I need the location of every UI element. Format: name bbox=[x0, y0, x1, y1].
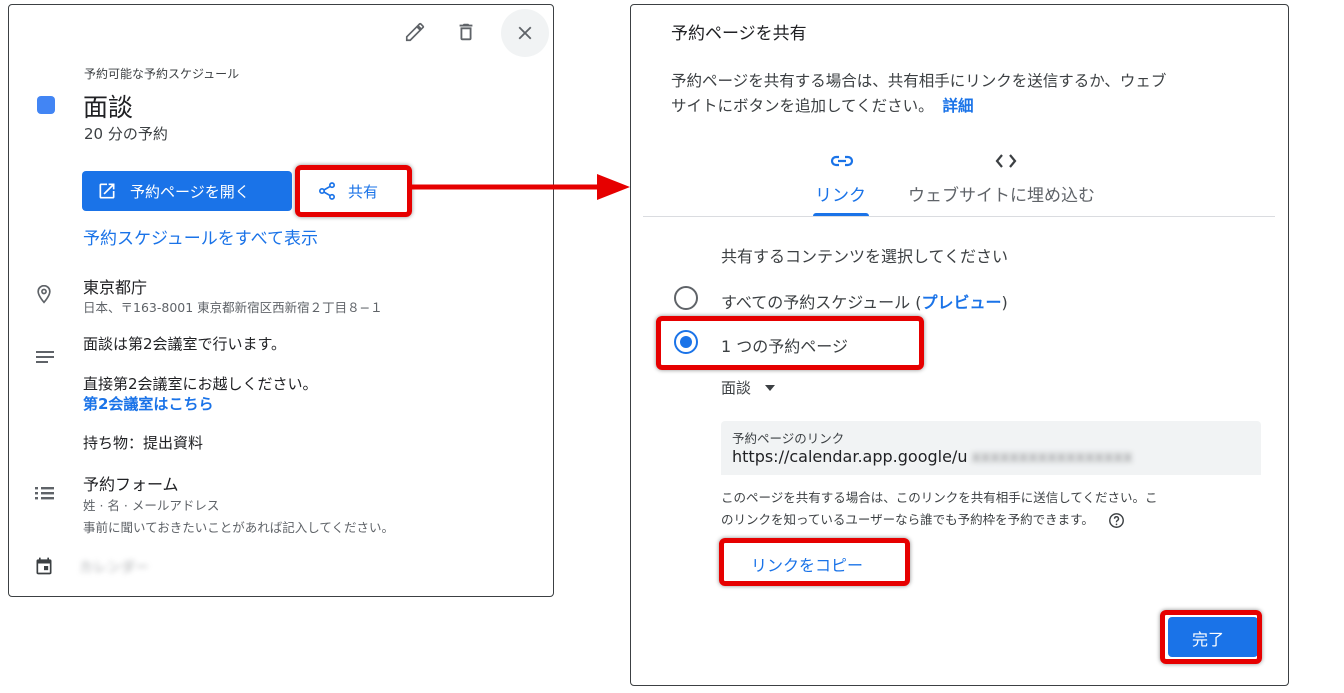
location-address: 日本、〒163-8001 東京都新宿区西新宿２丁目８−１ bbox=[83, 300, 383, 315]
tab-embed[interactable]: ウェブサイトに埋め込む bbox=[906, 147, 1111, 217]
dropdown-arrow-icon bbox=[765, 385, 775, 391]
booking-link-field-label: 予約ページのリンク bbox=[732, 431, 845, 446]
share-dialog-title: 予約ページを共有 bbox=[671, 24, 807, 44]
option-all-schedules-label: すべての予約スケジュール (プレビュー) bbox=[721, 289, 1008, 313]
booking-link-value: https://calendar.app.google/u xxxxxxxxxxx… bbox=[732, 447, 1132, 466]
description-icon bbox=[34, 348, 56, 368]
link-icon bbox=[830, 151, 854, 171]
help-icon[interactable] bbox=[1108, 512, 1125, 529]
tab-embed-label: ウェブサイトに埋め込む bbox=[908, 186, 1095, 206]
share-dialog-description-text: サイトにボタンを追加してください。 bbox=[671, 97, 934, 115]
booking-form-note: 事前に聞いておきたいことがあれば記入してください。 bbox=[83, 520, 395, 535]
single-page-option-highlight bbox=[656, 316, 924, 370]
edit-icon[interactable] bbox=[404, 21, 426, 43]
share-help-line-1: このページを共有する場合は、このリンクを共有相手に送信してください。こ bbox=[721, 490, 1158, 505]
description-line-3: 持ち物：提出資料 bbox=[83, 434, 204, 452]
open-booking-page-button[interactable]: 予約ページを開く bbox=[82, 171, 292, 211]
share-help-text: のリンクを知っているユーザーなら誰でも予約枠を予約できます。 bbox=[721, 512, 1094, 527]
show-all-schedules-link[interactable]: 予約スケジュールをすべて表示 bbox=[83, 224, 318, 249]
tab-link[interactable]: リンク bbox=[811, 147, 873, 217]
open-in-new-icon bbox=[97, 181, 117, 201]
meeting-room-link[interactable]: 第2会議室はこちら bbox=[83, 393, 213, 414]
copy-link-highlight bbox=[719, 538, 910, 586]
booking-link-visible: https://calendar.app.google/u bbox=[732, 447, 968, 466]
share-dialog-description-1: 予約ページを共有する場合は、共有相手にリンクを送信するか、ウェブ bbox=[671, 72, 1167, 90]
booking-link-field[interactable]: 予約ページのリンク https://calendar.app.google/u x… bbox=[721, 421, 1261, 475]
description-line-1: 面談は第2会議室で行います。 bbox=[83, 335, 287, 353]
event-title: 面談 bbox=[83, 93, 134, 122]
description-line-2: 直接第2会議室にお越しください。 bbox=[83, 375, 318, 393]
form-list-icon bbox=[34, 485, 56, 501]
option-all-prefix: すべての予約スケジュール ( bbox=[721, 293, 922, 312]
calendar-name: カレンダー bbox=[79, 560, 149, 576]
tab-link-label: リンク bbox=[815, 186, 866, 206]
close-button[interactable] bbox=[501, 9, 549, 57]
delete-icon[interactable] bbox=[455, 21, 477, 43]
booking-page-dropdown[interactable]: 面談 bbox=[721, 377, 801, 401]
event-duration: 20 分の予約 bbox=[84, 125, 168, 143]
done-button-highlight bbox=[1160, 610, 1262, 664]
pointer-arrow bbox=[412, 170, 632, 208]
event-color-swatch bbox=[37, 96, 55, 114]
schedule-heading: 予約可能な予約スケジュール bbox=[84, 67, 240, 81]
share-dialog-description-2: サイトにボタンを追加してください。 詳細 bbox=[671, 94, 974, 116]
location-icon bbox=[34, 283, 54, 305]
select-content-prompt: 共有するコンテンツを選択してください bbox=[721, 247, 1009, 266]
event-details-panel: 予約可能な予約スケジュール 面談 20 分の予約 予約ページを開く 共有 予約ス… bbox=[8, 4, 554, 597]
code-icon bbox=[994, 151, 1018, 171]
preview-link[interactable]: プレビュー bbox=[921, 293, 1001, 312]
dropdown-value: 面談 bbox=[721, 379, 752, 397]
booking-form-fields: 姓 · 名 · メールアドレス bbox=[83, 498, 220, 513]
details-link[interactable]: 詳細 bbox=[943, 97, 974, 115]
share-button-highlight bbox=[295, 165, 412, 217]
share-help-line-2: のリンクを知っているユーザーなら誰でも予約枠を予約できます。 bbox=[721, 509, 1125, 529]
open-booking-page-label: 予約ページを開く bbox=[130, 183, 250, 201]
booking-link-obscured: xxxxxxxxxxxxxxxxx bbox=[971, 447, 1133, 466]
tabs-divider bbox=[643, 216, 1275, 217]
location-name: 東京都庁 bbox=[83, 278, 148, 297]
calendar-icon bbox=[34, 555, 54, 577]
close-icon bbox=[514, 22, 536, 44]
booking-form-title: 予約フォーム bbox=[83, 475, 179, 494]
option-all-schedules-radio[interactable] bbox=[674, 286, 698, 310]
option-all-suffix: ) bbox=[1001, 293, 1008, 312]
